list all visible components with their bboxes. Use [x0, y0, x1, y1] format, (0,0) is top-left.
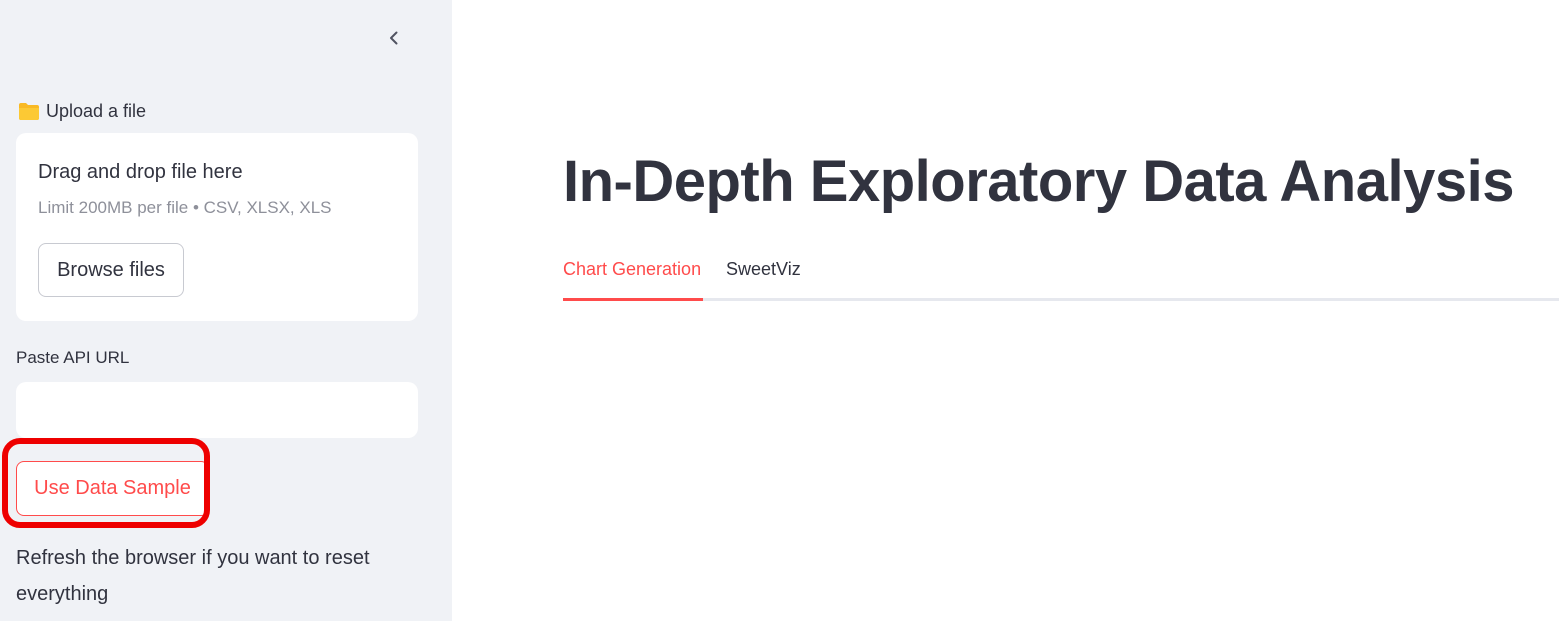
- tab-chart-generation[interactable]: Chart Generation: [563, 259, 703, 301]
- chevron-left-icon: [390, 31, 398, 45]
- dropzone-title: Drag and drop file here: [38, 161, 243, 183]
- page-title: In-Depth Exploratory Data Analysis: [563, 149, 1514, 214]
- sidebar: Upload a file Drag and drop file here Li…: [0, 0, 452, 621]
- upload-label: Upload a file: [18, 99, 146, 123]
- tab-sweetviz[interactable]: SweetViz: [726, 259, 801, 301]
- upload-label-text: Upload a file: [46, 100, 147, 121]
- tab-bar: Chart Generation SweetViz: [563, 255, 1559, 301]
- api-url-label: Paste API URL: [16, 348, 130, 367]
- refresh-note: Refresh the browser if you want to reset…: [16, 547, 370, 605]
- active-tab-indicator: [563, 298, 703, 301]
- api-url-input[interactable]: [16, 382, 418, 438]
- dropzone-limit-text: Limit 200MB per file • CSV, XLSX, XLS: [38, 198, 332, 217]
- tab-label: SweetViz: [726, 259, 801, 279]
- app-root: Upload a file Drag and drop file here Li…: [0, 0, 1559, 621]
- folder-icon: [19, 103, 39, 120]
- tab-label: Chart Generation: [563, 259, 702, 279]
- tab-bar-divider: [563, 298, 1559, 301]
- file-dropzone[interactable]: Drag and drop file here Limit 200MB per …: [16, 133, 418, 321]
- use-data-sample-button[interactable]: Use Data Sample: [16, 461, 209, 516]
- collapse-sidebar-button[interactable]: [380, 24, 408, 52]
- browse-files-button[interactable]: Browse files: [38, 243, 184, 297]
